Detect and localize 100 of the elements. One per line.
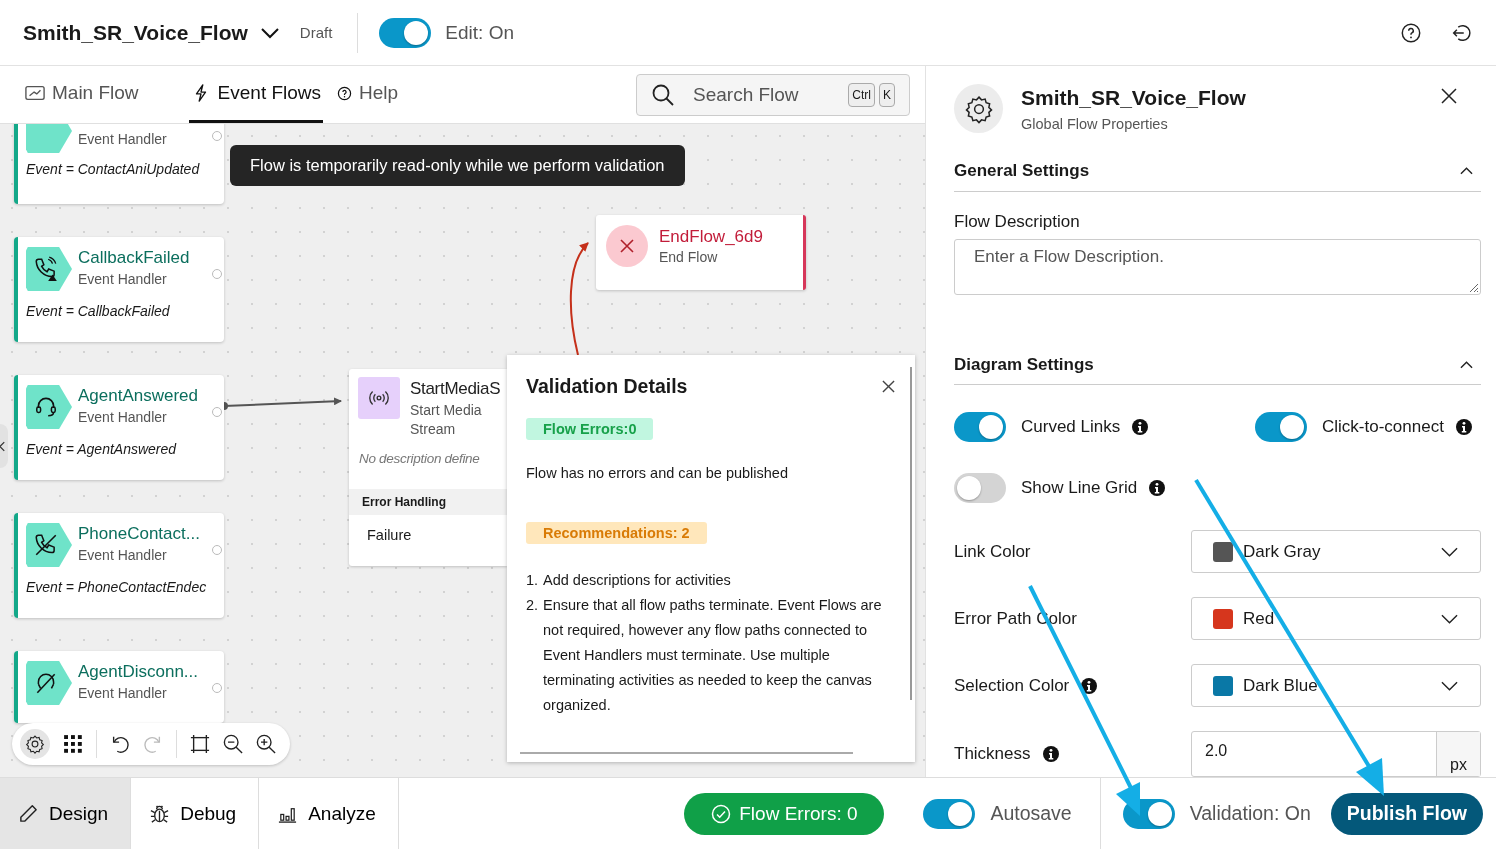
event-icon [26,385,72,429]
bug-icon [149,803,171,824]
mode-tab[interactable]: Design [0,778,132,849]
chevron-down-icon [1441,680,1458,691]
edit-label: Edit: On [445,21,514,44]
validation-message: Flow has no errors and can be published [526,465,788,481]
node-type: End Flow [659,249,719,265]
node-title: StartMediaS [410,378,501,400]
panel-title: Smith_SR_Voice_Flow [1021,85,1246,111]
resize-grip-icon[interactable] [1467,281,1479,294]
close-icon[interactable] [1441,88,1457,104]
shortcut-key: Ctrl [848,82,875,107]
broadcast-icon [358,377,400,419]
undo-icon[interactable] [110,734,130,754]
toggle-label: Validation: On [1189,802,1311,825]
event-handler-node[interactable]: PhoneContact... Event Handler Event = PhoneContactEndec [14,513,224,618]
search-bar[interactable]: Search Flow Ctrl K [636,73,910,116]
info-icon[interactable] [1081,677,1098,694]
toggle-label: Autosave [990,802,1072,825]
chevron-down-icon [1441,613,1458,624]
toggle-label: Click-to-connect [1322,417,1444,437]
zoom-in-icon[interactable] [256,734,276,754]
node-title: CallbackFailed [78,247,190,269]
color-dropdown[interactable]: Dark Gray [1191,530,1481,573]
info-icon[interactable] [1455,419,1472,435]
read-only-tooltip: Flow is temporarily read-only while we perform validation [230,145,685,186]
recommendations-badge: Recommendations: 2 [526,522,707,544]
search-icon [651,82,675,107]
event-icon [26,523,72,567]
status-label: Draft [299,24,333,41]
chevron-up-icon [1460,167,1473,176]
list-number: 2. [526,596,538,615]
tab[interactable]: Main Flow [25,66,139,123]
info-icon[interactable] [1149,480,1166,496]
close-icon[interactable] [882,380,895,393]
list-number: 1. [526,571,538,590]
event-handler-node[interactable]: CallbackFailed Event Handler Event = CallbackFailed [14,237,224,342]
section-header: Error Handling [349,489,507,515]
grid-icon[interactable] [63,734,83,754]
field-label: Thickness [954,744,1031,764]
chevron-up-icon [1460,360,1473,369]
toggle-switch[interactable] [1255,412,1307,442]
node-title: PhoneContact... [78,523,200,545]
node-title: AgentAnswered [78,385,199,407]
toggle-label: Show Line Grid [1021,478,1138,498]
panel-subtitle: Global Flow Properties [1021,116,1169,132]
info-icon[interactable] [1042,746,1059,762]
node-title: EndFlow_6d9 [659,226,763,248]
description-field[interactable]: Enter a Flow Description. [954,238,1481,296]
recommendation-text: Ensure that all flow paths terminate. Event Flows are not required, however any flow paths connected to Event Handlers must terminate. Use multiple terminating activities as needed to keep the canvas organized. [543,596,883,715]
color-dropdown[interactable]: Red [1191,597,1481,640]
activity-node[interactable]: StartMediaS Start Media Stream No description define Error Handling Failure [349,369,507,566]
section-header[interactable]: General Settings [954,152,1481,192]
event-handler-node[interactable]: AgentAnswered Event Handler Event = AgentAnswered [14,375,224,480]
toggle-label: Curved Links [1021,417,1121,437]
field-label: Link Color [954,541,1031,562]
end-flow-node[interactable]: EndFlow_6d9 End Flow [596,215,806,290]
section-header[interactable]: Diagram Settings [954,345,1481,385]
event-condition: Event = AgentAnswered [26,441,178,457]
chevron-down-icon [1441,546,1458,557]
node-type: Event Handler [78,684,168,703]
help-icon[interactable] [1400,21,1422,44]
event-condition: Event = PhoneContactEndec [26,579,208,595]
event-condition: Event = CallbackFailed [26,303,171,319]
event-condition: Event = ContactAniUpdated [26,161,201,177]
zoom-out-icon[interactable] [223,734,243,754]
check-circle-icon [711,803,732,824]
flow-title: Smith_SR_Voice_Flow [23,20,248,45]
field-label: Selection Color [954,675,1070,696]
node-type: Event Handler [78,408,168,427]
autosave-toggle[interactable] [923,798,976,829]
chevron-down-icon[interactable] [259,26,280,39]
node-type: Event Handler [78,546,168,565]
settings-icon[interactable] [20,729,50,759]
flow-chart-icon [25,84,45,102]
info-icon[interactable] [1132,419,1149,435]
panel-title: Validation Details [526,375,688,398]
event-handler-node[interactable]: AgentDisconn... Event Handler [14,651,224,723]
close-icon [606,225,648,267]
edit-toggle[interactable] [379,17,432,48]
tab[interactable]: Help [337,66,399,123]
fit-screen-icon[interactable] [190,734,210,754]
node-type: Start Media Stream [410,401,483,439]
publish-button[interactable]: Publish Flow [1330,792,1483,835]
toggle-switch[interactable] [954,412,1006,442]
toggle-switch[interactable] [954,473,1006,503]
node-type: Event Handler [78,130,167,149]
event-icon [26,661,72,705]
help-icon [337,85,353,101]
outcome-label: Failure [366,526,413,545]
event-icon [26,247,72,291]
recommendation-text: Add descriptions for activities [543,571,731,590]
event-handler-node[interactable]: Event Handler Event = ContactAniUpdated [14,124,224,204]
node-type: Event Handler [78,270,168,289]
color-dropdown[interactable]: Dark Blue [1191,664,1481,707]
node-description: No description define [359,451,481,466]
scrollbar[interactable] [910,367,912,700]
shortcut-key: K [879,82,895,107]
field-label: Flow Description [954,211,1081,232]
search-field[interactable]: Search Flow [691,82,845,107]
